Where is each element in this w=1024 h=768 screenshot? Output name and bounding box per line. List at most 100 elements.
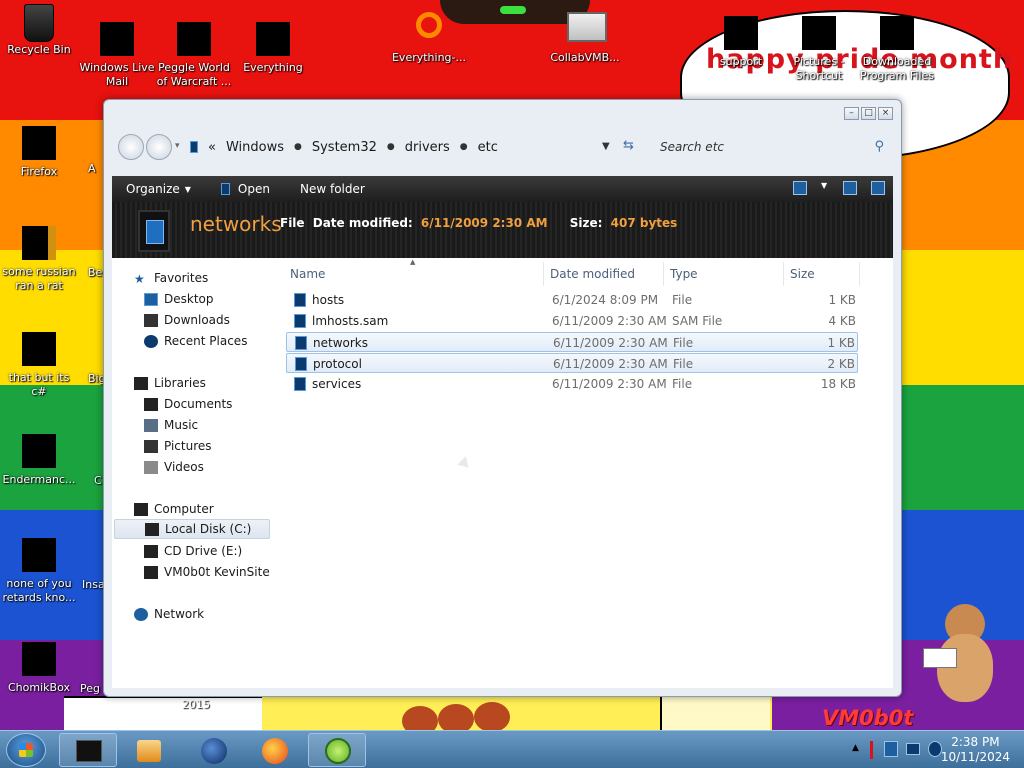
nav-label: Recent Places	[164, 334, 248, 348]
search-icon[interactable]: ⚲	[874, 139, 884, 154]
music-icon	[144, 418, 158, 432]
clock-date: 10/11/2024	[940, 750, 1010, 764]
desktop-icon-everything[interactable]: Everything	[234, 18, 312, 75]
preview-pane-icon[interactable]	[843, 181, 857, 195]
address-bar[interactable]: « Windows ● System32 ● drivers ● etc	[190, 133, 630, 161]
desktop-icon-russian-rat[interactable]: some russian ran a rat	[0, 222, 78, 293]
start-button[interactable]	[6, 733, 46, 767]
nav-computer[interactable]: Computer	[134, 499, 214, 519]
desktop-icon-collabvm[interactable]: CollabVMB...	[546, 12, 624, 65]
breadcrumb-item[interactable]: System32	[312, 140, 377, 155]
breadcrumb-item[interactable]: drivers	[405, 140, 450, 155]
window-titlebar[interactable]: – □ ×	[104, 100, 901, 128]
star-icon: ★	[134, 271, 145, 286]
computer-icon	[134, 502, 148, 516]
nav-downloads[interactable]: Downloads	[144, 310, 230, 330]
nav-favorites[interactable]: ★ Favorites	[134, 268, 208, 288]
file-row[interactable]: hosts 6/1/2024 8:09 PM File 1 KB	[286, 290, 858, 310]
recycle-bin-icon	[21, 4, 57, 42]
desktop-icon-endermanch[interactable]: Endermanc...	[0, 430, 78, 487]
nav-recent-places[interactable]: Recent Places	[144, 331, 247, 351]
open-button[interactable]: Open	[220, 182, 270, 196]
nav-kevinsite[interactable]: VM0b0t KevinSite	[144, 562, 270, 582]
monitor-icon[interactable]	[906, 743, 920, 755]
desktop-icon-chomikbox[interactable]: ChomikBox	[0, 638, 78, 695]
back-button[interactable]	[118, 134, 144, 160]
breadcrumb-separator-icon[interactable]: ●	[460, 142, 468, 152]
desktop-icon-support[interactable]: support	[702, 12, 780, 69]
network-status-icon[interactable]	[884, 741, 898, 757]
nav-label: Computer	[154, 502, 214, 516]
icon-label: that but its c#	[8, 371, 70, 398]
breadcrumb-overflow-icon[interactable]: «	[208, 140, 216, 155]
breadcrumb-separator-icon[interactable]: ●	[387, 142, 395, 152]
nav-label: Documents	[164, 397, 233, 411]
nav-music[interactable]: Music	[144, 415, 198, 435]
address-dropdown-icon[interactable]: ▼	[602, 141, 610, 152]
search-placeholder: Search etc	[660, 140, 724, 154]
file-size: 18 KB	[820, 377, 856, 391]
organize-button[interactable]: Organize ▼	[126, 182, 191, 196]
green-lights-icon	[500, 6, 526, 14]
icon-label: CollabVMB...	[550, 51, 620, 64]
column-header-size[interactable]: Size	[784, 262, 860, 286]
taskbar-media-player-button[interactable]	[120, 733, 178, 767]
details-modified-label: Date modified:	[312, 216, 413, 230]
show-hidden-icons-icon[interactable]: ▲	[852, 743, 859, 753]
peggle-icon	[176, 22, 212, 58]
desktop-icon-windows-live-mail[interactable]: Windows Live Mail	[78, 18, 156, 89]
file-row-hovered[interactable]: protocol 6/11/2009 2:30 AM File 2 KB	[286, 353, 858, 373]
taskbar-explorer-button[interactable]	[59, 733, 117, 767]
help-icon[interactable]	[871, 181, 885, 195]
mouse-cursor-icon	[457, 456, 473, 472]
desktop-icon-firefox[interactable]: Firefox	[0, 122, 78, 179]
close-button[interactable]: ×	[878, 107, 893, 120]
clock[interactable]: 2:38 PM 10/11/2024	[941, 735, 1010, 765]
taskbar-app-button[interactable]	[308, 733, 366, 767]
explorer-window[interactable]: – □ × ▾ « Windows ● System32 ● drivers ●…	[103, 99, 902, 697]
nav-label: Music	[164, 418, 199, 432]
desktop-icon-none-of-you[interactable]: none of you retards kno...	[0, 534, 78, 605]
app-icon	[325, 738, 351, 764]
column-header-type[interactable]: Type	[664, 262, 784, 286]
nav-videos[interactable]: Videos	[144, 457, 204, 477]
desktop-icon-downloaded-program-files[interactable]: Downloaded Program Files	[858, 12, 936, 83]
taskbar-ie-button[interactable]	[184, 733, 242, 767]
column-header-date[interactable]: Date modified	[544, 262, 664, 286]
nav-network[interactable]: Network	[134, 604, 204, 624]
desktop-icon-everything-shortcut[interactable]: Everything-...	[390, 12, 468, 65]
maximize-button[interactable]: □	[861, 107, 876, 120]
icon-label: Pictures - Shortcut	[793, 55, 845, 82]
recent-pages-chevron-icon[interactable]: ▾	[175, 141, 180, 151]
chevron-down-icon[interactable]: ▼	[821, 181, 829, 195]
nav-local-disk[interactable]: Local Disk (C:)	[114, 519, 270, 539]
details-pane: networks File Date modified: 6/11/2009 2…	[112, 202, 893, 258]
desktop-icon-recycle-bin[interactable]: Recycle Bin	[0, 4, 78, 57]
breadcrumb-item[interactable]: Windows	[226, 140, 284, 155]
desktop-icon-pictures-shortcut[interactable]: Pictures - Shortcut	[780, 12, 858, 83]
flag-icon[interactable]	[870, 741, 873, 759]
nav-documents[interactable]: Documents	[144, 394, 232, 414]
breadcrumb-item[interactable]: etc	[478, 140, 498, 155]
csharp-app-icon	[21, 332, 57, 368]
forward-button[interactable]	[146, 134, 172, 160]
shortcut-icon	[21, 538, 57, 574]
file-row[interactable]: lmhosts.sam 6/11/2009 2:30 AM SAM File 4…	[286, 311, 858, 331]
search-input[interactable]: Search etc ⚲	[652, 133, 892, 161]
nav-libraries[interactable]: Libraries	[134, 373, 206, 393]
nav-pictures[interactable]: Pictures	[144, 436, 212, 456]
file-row[interactable]: services 6/11/2009 2:30 AM File 18 KB	[286, 374, 858, 394]
taskbar-firefox-button[interactable]	[245, 733, 303, 767]
file-icon	[220, 183, 230, 195]
refresh-icon[interactable]: ⇆	[623, 138, 634, 153]
file-row-selected[interactable]: networks 6/11/2009 2:30 AM File 1 KB	[286, 332, 858, 352]
breadcrumb-separator-icon[interactable]: ●	[294, 142, 302, 152]
desktop-icon-that-but-csharp[interactable]: that but its c#	[0, 328, 78, 399]
new-folder-button[interactable]: New folder	[300, 182, 365, 196]
desktop-icon-peggle-wow[interactable]: Peggle World of Warcraft ...	[155, 18, 233, 89]
file-thumbnail-icon	[138, 210, 170, 252]
nav-cd-drive[interactable]: CD Drive (E:)	[144, 541, 242, 561]
change-view-icon[interactable]	[793, 181, 807, 195]
minimize-button[interactable]: –	[844, 107, 859, 120]
nav-desktop[interactable]: Desktop	[144, 289, 214, 309]
